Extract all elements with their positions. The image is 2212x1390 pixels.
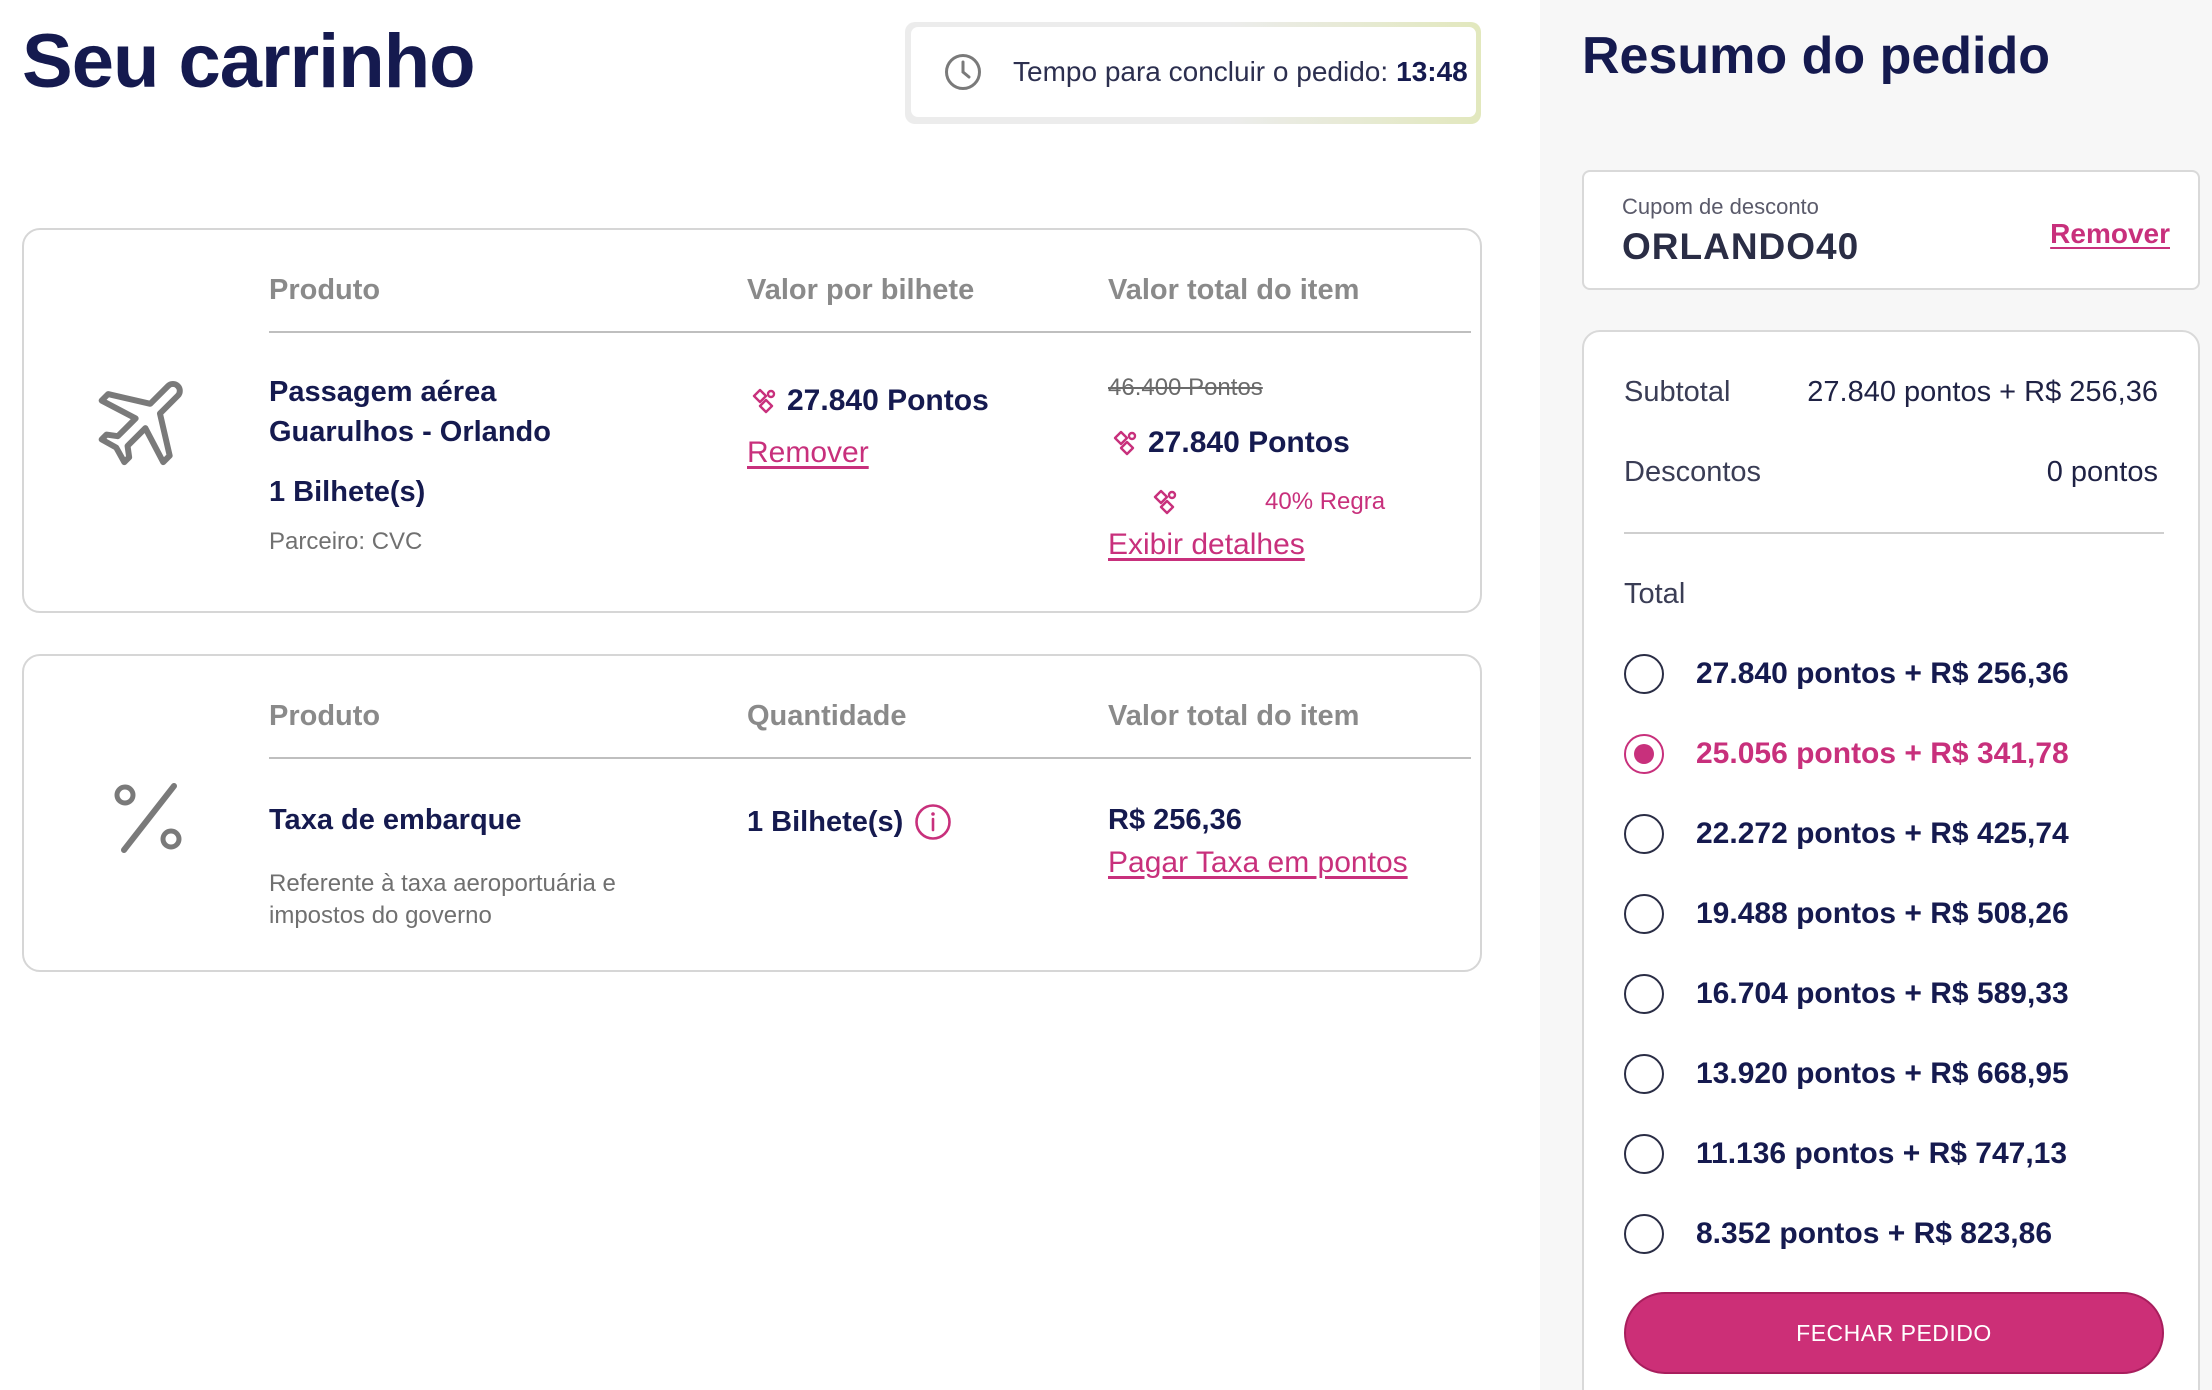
coupon-box: Cupom de desconto ORLANDO40 Remover (1582, 170, 2200, 290)
payment-option[interactable]: 13.920 pontos + R$ 668,95 (1624, 1052, 2069, 1096)
page-title: Seu carrinho (22, 19, 476, 104)
original-points: 46.400 Pontos (1108, 374, 1263, 401)
total-points: 27.840 Pontos (1108, 426, 1350, 460)
remove-item-link[interactable]: Remover (747, 436, 869, 470)
payment-option[interactable]: 27.840 pontos + R$ 256,36 (1624, 652, 2069, 696)
radio-button[interactable] (1624, 1054, 1664, 1094)
tax-description-line2: impostos do governo (269, 902, 492, 929)
payment-option-label: 13.920 pontos + R$ 668,95 (1696, 1057, 2069, 1090)
radio-button[interactable] (1624, 814, 1664, 854)
summary-card: Subtotal 27.840 pontos + R$ 256,36 Desco… (1582, 330, 2200, 1390)
unit-points: 27.840 Pontos (747, 384, 989, 418)
header-divider (269, 757, 1471, 759)
payment-option[interactable]: 8.352 pontos + R$ 823,86 (1624, 1212, 2052, 1256)
payment-option-label: 19.488 pontos + R$ 508,26 (1696, 897, 2069, 930)
payment-option-label: 22.272 pontos + R$ 425,74 (1696, 817, 2069, 850)
info-icon[interactable] (914, 803, 952, 841)
pay-tax-in-points-link[interactable]: Pagar Taxa em pontos (1108, 846, 1408, 880)
points-icon (752, 388, 776, 414)
header-item-total: Valor total do item (1108, 274, 1360, 306)
payment-option-label: 11.136 pontos + R$ 747,13 (1696, 1137, 2068, 1170)
header-unit-price: Valor por bilhete (747, 274, 975, 306)
unit-points-value: 27.840 Pontos (787, 384, 989, 417)
payment-option[interactable]: 22.272 pontos + R$ 425,74 (1624, 812, 2069, 856)
tax-quantity: 1 Bilhete(s) (747, 806, 904, 838)
timer-value: 13:48 (1396, 56, 1468, 87)
tax-total: R$ 256,36 (1108, 804, 1242, 836)
radio-button[interactable] (1624, 974, 1664, 1014)
payment-option-label: 25.056 pontos + R$ 341,78 (1696, 737, 2069, 770)
summary-divider (1624, 532, 2164, 534)
coupon-label: Cupom de desconto (1622, 194, 1819, 219)
discount-rule-icon (1153, 489, 1177, 515)
flight-tickets: 1 Bilhete(s) (269, 476, 426, 508)
tax-name: Taxa de embarque (269, 804, 522, 836)
subtotal-label: Subtotal (1624, 376, 1731, 408)
cart-item-flight: Produto Valor por bilhete Valor total do… (22, 228, 1482, 613)
show-details-link[interactable]: Exibir detalhes (1108, 528, 1305, 562)
total-label: Total (1624, 578, 1686, 610)
order-timer: Tempo para concluir o pedido: 13:48 (905, 22, 1481, 124)
header-product: Produto (269, 274, 381, 306)
points-icon (1113, 430, 1137, 456)
payment-option[interactable]: 16.704 pontos + R$ 589,33 (1624, 972, 2069, 1016)
radio-button[interactable] (1624, 1214, 1664, 1254)
flight-name-line2: Guarulhos - Orlando (269, 416, 551, 448)
flight-name-line1: Passagem aérea (269, 376, 497, 408)
header-product: Produto (269, 700, 381, 732)
remove-coupon-link[interactable]: Remover (2050, 218, 2170, 250)
payment-option[interactable]: 11.136 pontos + R$ 747,13 (1624, 1132, 2067, 1176)
radio-button[interactable] (1624, 1134, 1664, 1174)
close-order-button[interactable]: FECHAR PEDIDO (1624, 1292, 2164, 1374)
subtotal-value: 27.840 pontos + R$ 256,36 (1807, 376, 2158, 408)
payment-option-label: 16.704 pontos + R$ 589,33 (1696, 977, 2069, 1010)
airplane-icon (98, 380, 183, 466)
radio-button[interactable] (1624, 894, 1664, 934)
tax-description-line1: Referente à taxa aeroportuária e (269, 870, 616, 897)
discounts-label: Descontos (1624, 456, 1762, 488)
payment-option[interactable]: 25.056 pontos + R$ 341,78 (1624, 732, 2069, 776)
header-quantity: Quantidade (747, 700, 907, 732)
total-points-value: 27.840 Pontos (1148, 426, 1350, 459)
clock-icon (945, 54, 981, 90)
header-divider (269, 331, 1471, 333)
percent-icon (114, 783, 182, 853)
coupon-code: ORLANDO40 (1622, 226, 1860, 267)
discounts-value: 0 pontos (2046, 456, 2158, 488)
payment-option[interactable]: 19.488 pontos + R$ 508,26 (1624, 892, 2069, 936)
payment-option-label: 8.352 pontos + R$ 823,86 (1696, 1217, 2053, 1250)
timer-label: Tempo para concluir o pedido: (1013, 56, 1389, 87)
discount-rule-label: 40% Regra (1265, 488, 1386, 515)
header-item-total: Valor total do item (1108, 700, 1360, 732)
cart-item-tax: Produto Quantidade Valor total do item T… (22, 654, 1482, 972)
radio-button[interactable] (1624, 734, 1664, 774)
flight-partner: Parceiro: CVC (269, 528, 423, 555)
radio-button[interactable] (1624, 654, 1664, 694)
order-summary-panel: Resumo do pedido Cupom de desconto ORLAN… (1540, 0, 2212, 1390)
payment-option-label: 27.840 pontos + R$ 256,36 (1696, 657, 2069, 690)
summary-title: Resumo do pedido (1582, 27, 2050, 85)
